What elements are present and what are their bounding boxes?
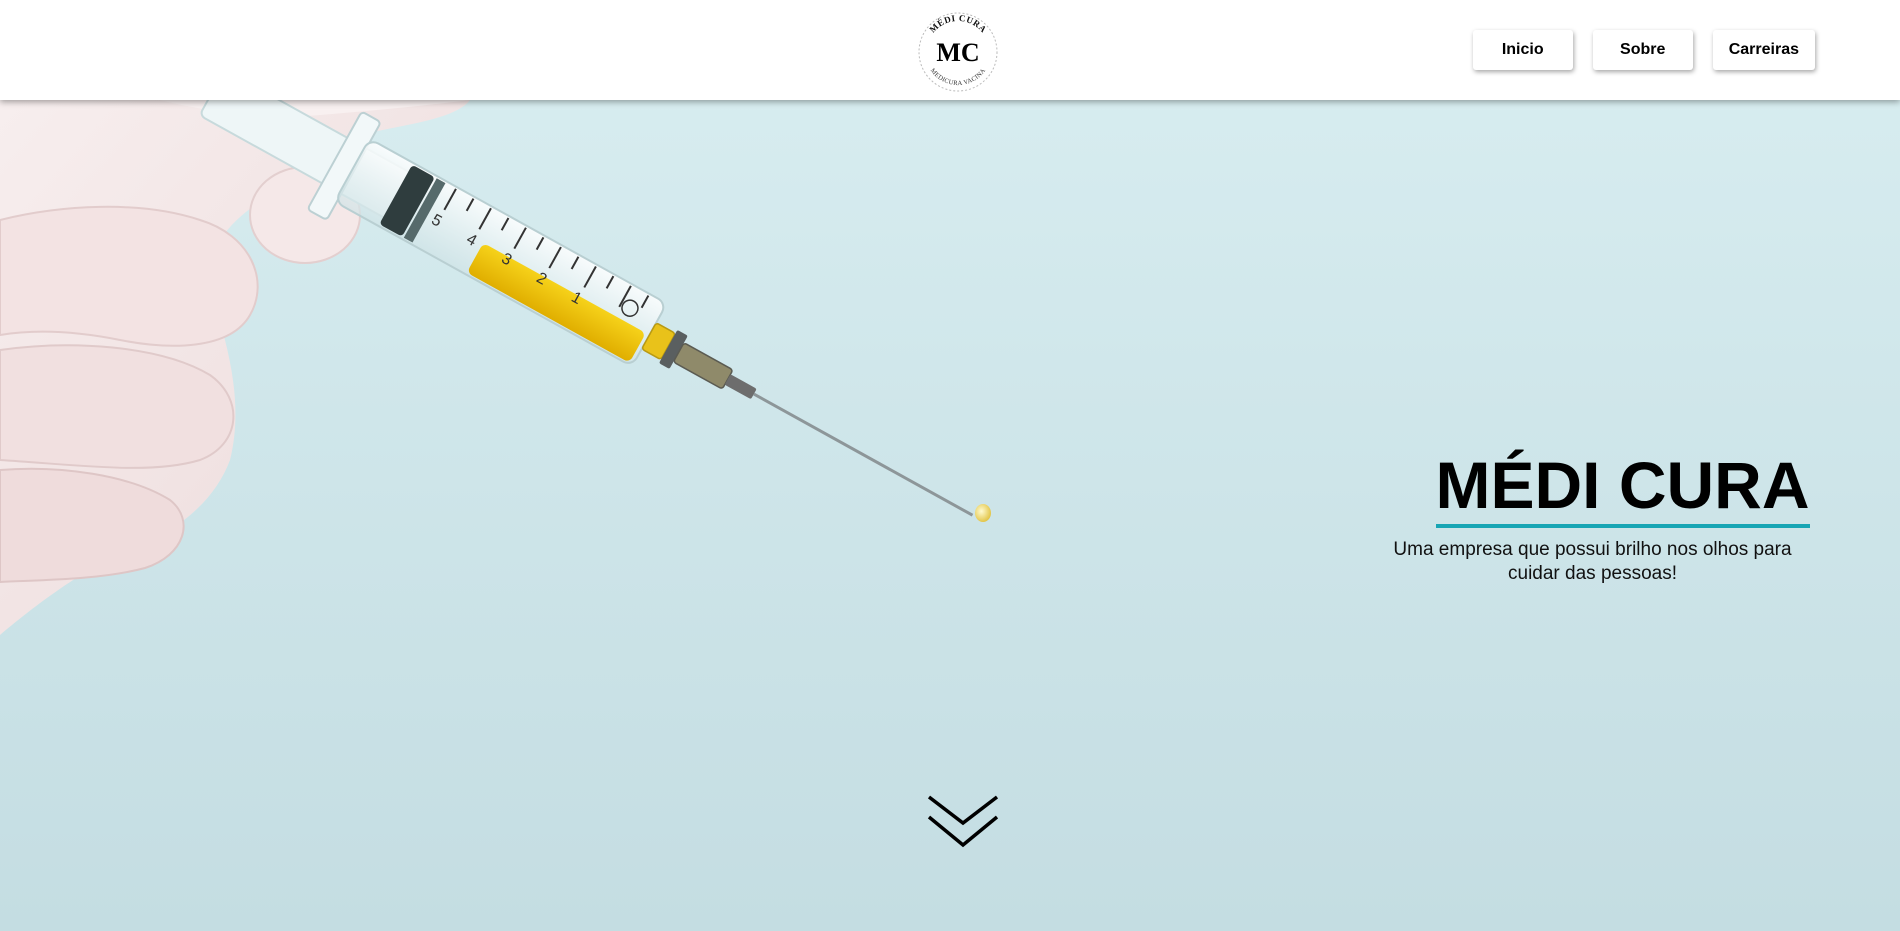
main-nav: Inicio Sobre Carreiras	[1472, 30, 1815, 70]
double-chevron-down-icon[interactable]	[925, 793, 1001, 855]
nav-carreiras-button[interactable]: Carreiras	[1712, 30, 1815, 70]
syringe: 5 4 3 2 1	[200, 100, 974, 517]
hero-title: MÉDI CURA	[1435, 452, 1810, 528]
hero-subtitle-line-2: cuidar das pessoas!	[1508, 563, 1677, 584]
landing-page: 5 4 3 2 1 MÉDI CURA MEDICURA VACINA MC I…	[0, 0, 1900, 931]
hero-text-block: MÉDI CURA Uma empresa que possui brilho …	[1370, 452, 1815, 586]
nav-sobre-button[interactable]: Sobre	[1592, 30, 1693, 70]
brand-logo[interactable]: MÉDI CURA MEDICURA VACINA MC	[917, 11, 999, 93]
logo-monogram: MC	[936, 38, 979, 67]
hero-subtitle-line-1: Uma empresa que possui brilho nos olhos …	[1393, 539, 1792, 560]
top-navbar: MÉDI CURA MEDICURA VACINA MC Inicio Sobr…	[0, 0, 1900, 100]
nav-inicio-button[interactable]: Inicio	[1472, 30, 1573, 70]
droplet	[975, 504, 991, 522]
hero-subtitle: Uma empresa que possui brilho nos olhos …	[1370, 538, 1815, 586]
